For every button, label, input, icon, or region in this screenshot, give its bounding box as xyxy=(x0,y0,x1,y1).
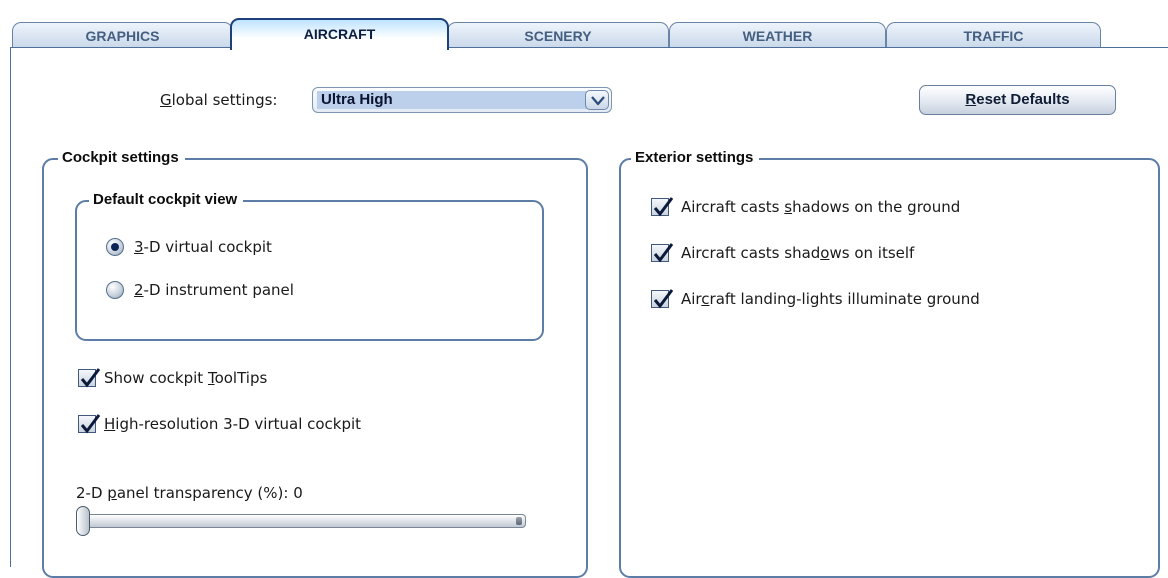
checkbox-checked-icon[interactable] xyxy=(78,368,101,388)
tab-traffic[interactable]: TRAFFIC xyxy=(886,22,1101,48)
checkbox-checked-icon[interactable] xyxy=(651,243,674,263)
check-mark-icon xyxy=(653,289,674,309)
global-settings-label: Global settings: xyxy=(160,91,278,109)
tab-scenery[interactable]: SCENERY xyxy=(447,22,669,48)
tab-weather[interactable]: WEATHER xyxy=(669,22,886,48)
checkbox-label: High-resolution 3-D virtual cockpit xyxy=(104,415,362,433)
checkbox-landing-lights-illuminate-ground[interactable]: Aircraft landing-lights illuminate groun… xyxy=(651,288,980,310)
checkbox-show-cockpit-tooltips[interactable]: Show cockpit ToolTips xyxy=(78,367,267,389)
radio-3d-virtual-cockpit[interactable]: 3-D virtual cockpit xyxy=(106,236,272,258)
check-mark-icon xyxy=(653,197,674,217)
global-settings-dropdown[interactable]: Ultra High xyxy=(312,87,612,113)
exterior-settings-title: Exterior settings xyxy=(631,149,760,167)
slider-end-marker xyxy=(516,517,522,525)
tab-aircraft[interactable]: AIRCRAFT xyxy=(230,18,449,50)
panel-transparency-slider-thumb[interactable] xyxy=(76,506,90,536)
checkbox-checked-icon[interactable] xyxy=(651,197,674,217)
checkbox-checked-icon[interactable] xyxy=(78,414,101,434)
radio-label: 2-D instrument panel xyxy=(134,281,294,299)
radio-selected-icon[interactable] xyxy=(106,238,124,256)
check-mark-icon xyxy=(80,414,101,434)
radio-label: 3-D virtual cockpit xyxy=(134,238,272,256)
check-mark-icon xyxy=(80,368,101,388)
default-cockpit-view-title: Default cockpit view xyxy=(89,191,244,209)
checkbox-high-resolution-3d-cockpit[interactable]: High-resolution 3-D virtual cockpit xyxy=(78,413,361,435)
radio-unselected-icon[interactable] xyxy=(106,281,124,299)
checkbox-label: Aircraft casts shadows on the ground xyxy=(681,198,961,216)
cockpit-settings-title: Cockpit settings xyxy=(58,149,185,167)
check-mark-icon xyxy=(653,243,674,263)
panel-transparency-slider-track[interactable] xyxy=(78,514,526,528)
radio-2d-instrument-panel[interactable]: 2-D instrument panel xyxy=(106,279,294,301)
default-cockpit-view-group: Default cockpit view xyxy=(75,191,544,341)
checkbox-label: Aircraft casts shadows on itself xyxy=(681,244,915,262)
checkbox-shadows-on-itself[interactable]: Aircraft casts shadows on itself xyxy=(651,242,914,264)
checkbox-shadows-on-ground[interactable]: Aircraft casts shadows on the ground xyxy=(651,196,960,218)
exterior-settings-group: Exterior settings xyxy=(619,149,1160,578)
checkbox-label: Aircraft landing-lights illuminate groun… xyxy=(681,290,980,308)
tab-graphics[interactable]: GRAPHICS xyxy=(12,22,233,48)
global-settings-value: Ultra High xyxy=(317,91,588,109)
checkbox-label: Show cockpit ToolTips xyxy=(104,369,268,387)
chevron-down-icon xyxy=(591,96,605,106)
panel-transparency-label: 2-D panel transparency (%): 0 xyxy=(76,484,303,502)
checkbox-checked-icon[interactable] xyxy=(651,289,674,309)
reset-defaults-button[interactable]: Reset Defaults xyxy=(919,85,1116,115)
tab-bar: GRAPHICS SCENERY WEATHER TRAFFIC AIRCRAF… xyxy=(0,0,1168,50)
dropdown-button[interactable] xyxy=(585,90,609,110)
